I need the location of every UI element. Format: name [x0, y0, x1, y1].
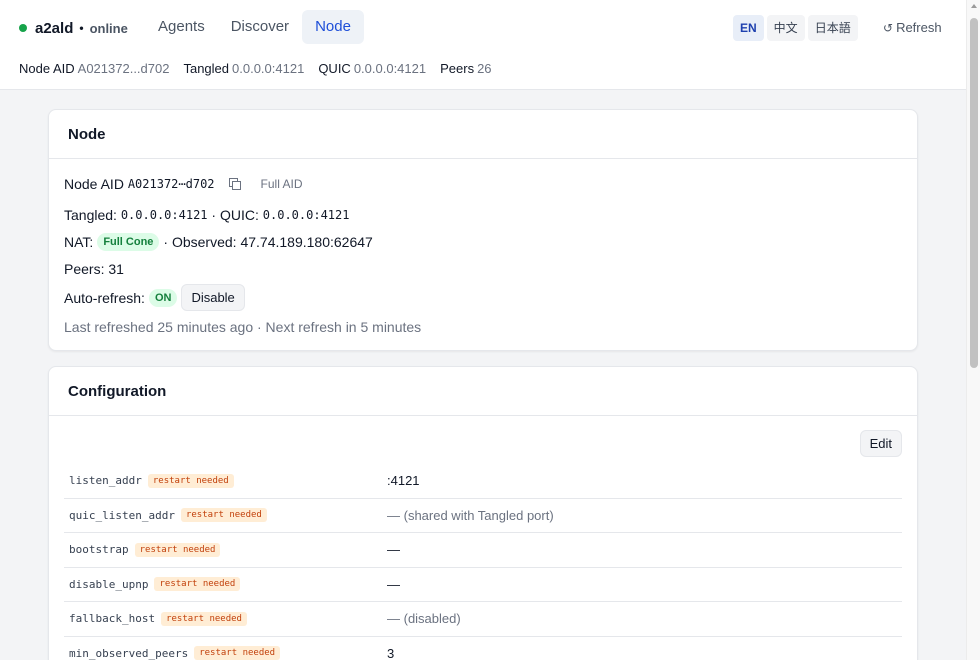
nat-row: NAT: Full Cone · Observed: 47.74.189.180… [64, 228, 902, 255]
edit-wrap: Edit [859, 430, 902, 457]
node-card-body: Node AID A021372⋯d702 Full AID Tangled: … [49, 159, 917, 340]
nav-discover[interactable]: Discover [218, 10, 302, 44]
page-scrollbar[interactable] [966, 0, 980, 660]
info-node-aid: Node AID A021372...d702 [19, 61, 169, 76]
refresh-button[interactable]: ↺ Refresh [883, 20, 942, 35]
config-value: — (disabled) [387, 611, 461, 627]
nat-badge: Full Cone [97, 232, 160, 251]
lang-ja-button[interactable]: 日本語 [807, 15, 858, 41]
node-aid-row: Node AID A021372⋯d702 Full AID [64, 173, 902, 195]
table-row: quic_listen_addr restart needed — (shared… [64, 499, 902, 533]
node-card: Node Node AID A021372⋯d702 Full AID Tang… [48, 109, 918, 351]
lang-zh-button[interactable]: 中文 [766, 15, 805, 41]
restart-badge: restart needed [154, 577, 241, 592]
config-key: min_observed_peers [69, 646, 189, 660]
config-key: listen_addr [69, 474, 142, 488]
quic-label: · QUIC: [211, 206, 259, 223]
info-peers: Peers 26 [440, 61, 491, 76]
config-value: — [387, 542, 400, 558]
brand-separator: • [79, 21, 84, 35]
restart-badge: restart needed [147, 473, 234, 488]
info-key: QUIC [318, 61, 351, 76]
configuration-card-title: Configuration [68, 382, 167, 400]
quic-value: 0.0.0.0:4121 [262, 207, 350, 222]
tangled-label: Tangled: [64, 206, 117, 223]
refresh-label: Refresh [896, 20, 942, 35]
config-key-cell: quic_listen_addr restart needed [64, 508, 387, 523]
lang-en-button[interactable]: EN [733, 15, 764, 41]
scrollbar-thumb[interactable] [970, 18, 978, 368]
config-key: fallback_host [69, 612, 156, 626]
nat-label: NAT: [64, 233, 94, 250]
nav-agents[interactable]: Agents [145, 10, 218, 44]
observed-address: · Observed: 47.74.189.180:62647 [163, 233, 373, 250]
node-card-header: Node [49, 110, 917, 159]
last-refreshed-row: Last refreshed 25 minutes ago · Next ref… [64, 313, 902, 340]
nav-node[interactable]: Node [302, 10, 364, 44]
info-value: 0.0.0.0:4121 [232, 61, 305, 76]
info-key: Peers [440, 61, 475, 76]
copy-icon[interactable] [228, 178, 241, 190]
config-value: 3 [387, 645, 395, 660]
peers-count: Peers: 31 [64, 260, 124, 277]
top-bar: a2ald • online Agents Discover Node EN 中… [0, 0, 966, 90]
info-quic: QUIC 0.0.0.0:4121 [318, 61, 426, 76]
config-key-cell: min_observed_peers restart needed [64, 646, 387, 660]
config-key: quic_listen_addr [69, 508, 175, 522]
restart-badge: restart needed [161, 611, 247, 626]
node-aid-label: Node AID [64, 176, 124, 192]
config-key-cell: bootstrap restart needed [64, 542, 387, 557]
info-key: Tangled [183, 61, 230, 76]
full-aid-link[interactable]: Full AID [261, 177, 303, 191]
restart-badge: restart needed [134, 542, 221, 557]
table-row: min_observed_peers restart needed 3 [64, 637, 902, 660]
config-key-cell: fallback_host restart needed [64, 611, 387, 626]
last-refreshed-text: Last refreshed 25 minutes ago · Next ref… [64, 318, 422, 335]
info-value: A021372...d702 [77, 61, 170, 76]
config-key-cell: disable_upnp restart needed [64, 577, 387, 592]
table-row: disable_upnp restart needed — [64, 568, 902, 602]
brand: a2ald • online [19, 18, 128, 38]
config-value: — [387, 576, 400, 592]
node-aid-value: A021372⋯d702 [127, 177, 215, 191]
info-tangled: Tangled 0.0.0.0:4121 [183, 61, 304, 76]
configuration-card: Configuration Edit listen_addrrestart ne… [48, 366, 918, 660]
auto-refresh-label: Auto-refresh: [64, 289, 145, 306]
info-key: Node AID [19, 61, 75, 76]
restart-badge: restart needed [194, 646, 281, 660]
config-table: listen_addr restart needed :4121 quic_lis… [64, 464, 902, 660]
edit-button[interactable]: Edit [859, 430, 902, 457]
restart-badge: restart needed [180, 508, 267, 523]
config-value: — (shared with Tangled port) [387, 507, 554, 523]
scroll-up-arrow-icon[interactable] [971, 4, 977, 8]
node-info-bar: Node AID A021372...d702 Tangled 0.0.0.0:41… [19, 61, 506, 76]
language-switcher: EN 中文 日本語 [733, 15, 858, 41]
info-value: 0.0.0.0:4121 [353, 61, 427, 76]
tangled-value: 0.0.0.0:4121 [120, 207, 208, 222]
config-key-cell: listen_addr restart needed [64, 473, 387, 488]
peers-row: Peers: 31 [64, 255, 902, 282]
tangled-row: Tangled: 0.0.0.0:4121 · QUIC: 0.0.0.0:41… [64, 201, 902, 228]
node-card-title: Node [68, 125, 106, 143]
config-key: bootstrap [69, 543, 129, 557]
auto-refresh-badge: ON [148, 288, 178, 307]
online-status-dot-icon [19, 24, 27, 32]
table-row: fallback_host restart needed — (disabled) [64, 602, 902, 637]
connection-status: online [89, 20, 128, 36]
config-value: :4121 [387, 473, 420, 489]
auto-refresh-row: Auto-refresh: ON Disable [64, 282, 902, 313]
refresh-icon: ↺ [883, 21, 894, 35]
info-value: 26 [477, 61, 492, 76]
disable-button[interactable]: Disable [181, 284, 245, 311]
brand-name: a2ald [35, 19, 74, 37]
table-row: listen_addr restart needed :4121 [64, 464, 902, 499]
main-nav: Agents Discover Node [145, 10, 364, 44]
configuration-card-header: Configuration [49, 367, 917, 416]
table-row: bootstrap restart needed — [64, 533, 902, 568]
config-key: disable_upnp [69, 577, 149, 591]
